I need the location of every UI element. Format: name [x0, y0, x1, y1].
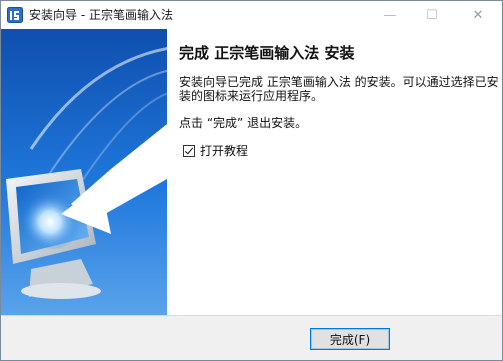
- minimize-button[interactable]: —: [369, 1, 411, 29]
- title-bar[interactable]: 安装向导 - 正宗笔画输入法 — ☐ ✕: [1, 1, 502, 29]
- completion-message: 安装向导已完成 正宗笔画输入法 的安装。可以通过选择已安装的图标来运行应用程序。: [179, 75, 499, 103]
- page-title: 完成 正宗笔画输入法 安装: [179, 44, 355, 62]
- wizard-footer: 完成(F): [1, 315, 502, 360]
- wizard-banner-image: [1, 29, 167, 315]
- open-tutorial-checkbox[interactable]: [183, 144, 195, 157]
- monitor-arrow-illustration: [1, 29, 167, 315]
- finish-page-content: 完成 正宗笔画输入法 安装 安装向导已完成 正宗笔画输入法 的安装。可以通过选择…: [167, 29, 502, 315]
- maximize-button[interactable]: ☐: [411, 1, 453, 29]
- close-button[interactable]: ✕: [457, 1, 499, 29]
- installer-window: 安装向导 - 正宗笔画输入法 — ☐ ✕ 完成 正宗笔画输入法 安装 安装向导已…: [0, 0, 503, 361]
- open-tutorial-checkbox-row[interactable]: 打开教程: [183, 142, 248, 159]
- installer-app-icon: [7, 7, 23, 23]
- exit-instruction: 点击 “完成” 退出安装。: [179, 116, 308, 130]
- window-title: 安装向导 - 正宗笔画输入法: [29, 8, 173, 22]
- finish-button[interactable]: 完成(F): [310, 328, 390, 350]
- open-tutorial-label[interactable]: 打开教程: [200, 142, 248, 159]
